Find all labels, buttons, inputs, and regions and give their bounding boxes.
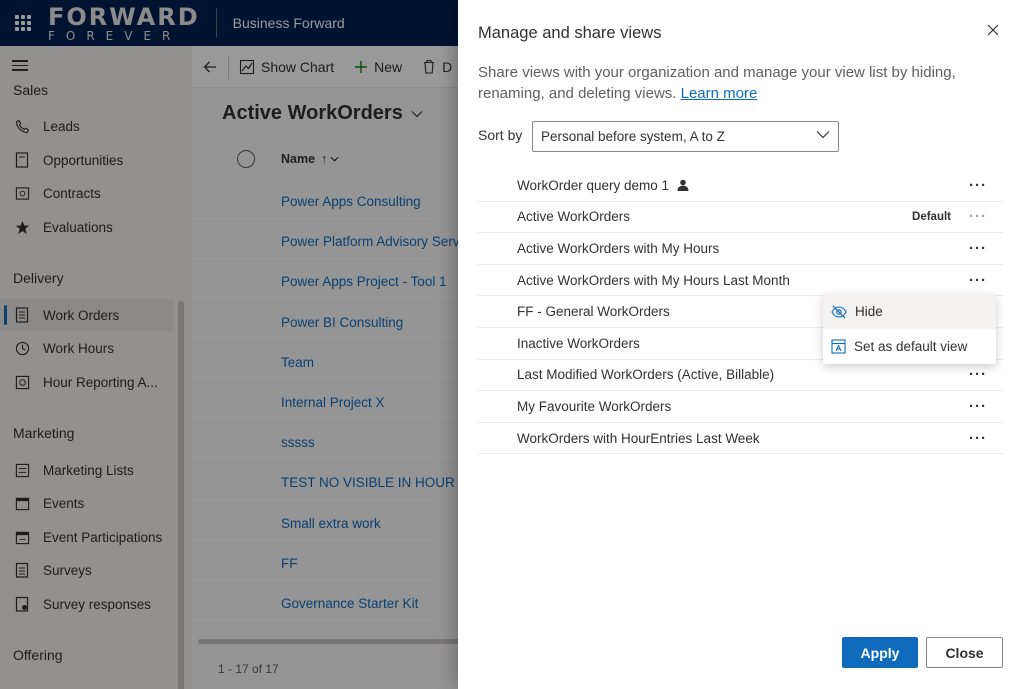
sort-by-value: Personal before system, A to Z <box>541 129 725 144</box>
more-options-button[interactable]: ··· <box>969 367 987 382</box>
more-options-button[interactable]: ··· <box>969 399 987 414</box>
list-item[interactable]: Active WorkOrders with My Hours ··· <box>478 233 1003 265</box>
list-item[interactable]: Active WorkOrders Default ··· <box>478 202 1003 234</box>
view-context-menu: Hide Set as default view <box>823 294 996 364</box>
view-name: WorkOrder query demo 1 <box>517 178 689 193</box>
set-default-menu-item[interactable]: Set as default view <box>823 329 996 364</box>
view-name: Active WorkOrders with My Hours <box>517 240 720 256</box>
modal-overlay[interactable] <box>0 0 458 689</box>
learn-more-link[interactable]: Learn more <box>681 85 758 102</box>
more-options-button[interactable]: ··· <box>969 431 987 446</box>
list-item[interactable]: WorkOrders with HourEntries Last Week ··… <box>478 423 1003 455</box>
panel-description: Share views with your organization and m… <box>478 62 998 104</box>
list-item[interactable]: Last Modified WorkOrders (Active, Billab… <box>478 360 1003 392</box>
chevron-down-icon <box>816 131 830 139</box>
close-button[interactable]: Close <box>926 637 1003 668</box>
view-name-text: WorkOrder query demo 1 <box>517 177 670 193</box>
view-name: Active WorkOrders with My Hours Last Mon… <box>517 272 790 288</box>
more-options-button[interactable]: ··· <box>969 209 987 224</box>
hide-icon <box>831 305 847 318</box>
more-options-button[interactable]: ··· <box>969 178 987 193</box>
view-name: Active WorkOrders <box>517 209 631 225</box>
view-name: Last Modified WorkOrders (Active, Billab… <box>517 367 775 383</box>
close-icon[interactable] <box>983 20 1003 40</box>
view-name: FF - General WorkOrders <box>517 304 670 320</box>
sort-by-label: Sort by <box>478 127 523 143</box>
person-icon <box>677 179 689 192</box>
default-badge: Default <box>912 210 951 223</box>
panel-title: Manage and share views <box>478 24 662 42</box>
sort-by-dropdown[interactable]: Personal before system, A to Z <box>532 121 839 152</box>
list-item[interactable]: Active WorkOrders with My Hours Last Mon… <box>478 265 1003 297</box>
default-view-icon <box>831 339 846 354</box>
manage-views-panel: Manage and share views Share views with … <box>458 0 1024 689</box>
hide-label: Hide <box>855 304 883 319</box>
list-item[interactable]: My Favourite WorkOrders ··· <box>478 391 1003 423</box>
view-name: WorkOrders with HourEntries Last Week <box>517 430 760 446</box>
more-options-button[interactable]: ··· <box>969 273 987 288</box>
view-name: My Favourite WorkOrders <box>517 398 672 414</box>
list-item[interactable]: WorkOrder query demo 1 ··· <box>478 170 1003 202</box>
set-default-label: Set as default view <box>854 339 968 354</box>
view-name: Inactive WorkOrders <box>517 335 640 351</box>
more-options-button[interactable]: ··· <box>969 241 987 256</box>
apply-button[interactable]: Apply <box>842 637 918 668</box>
hide-menu-item[interactable]: Hide <box>823 294 996 329</box>
